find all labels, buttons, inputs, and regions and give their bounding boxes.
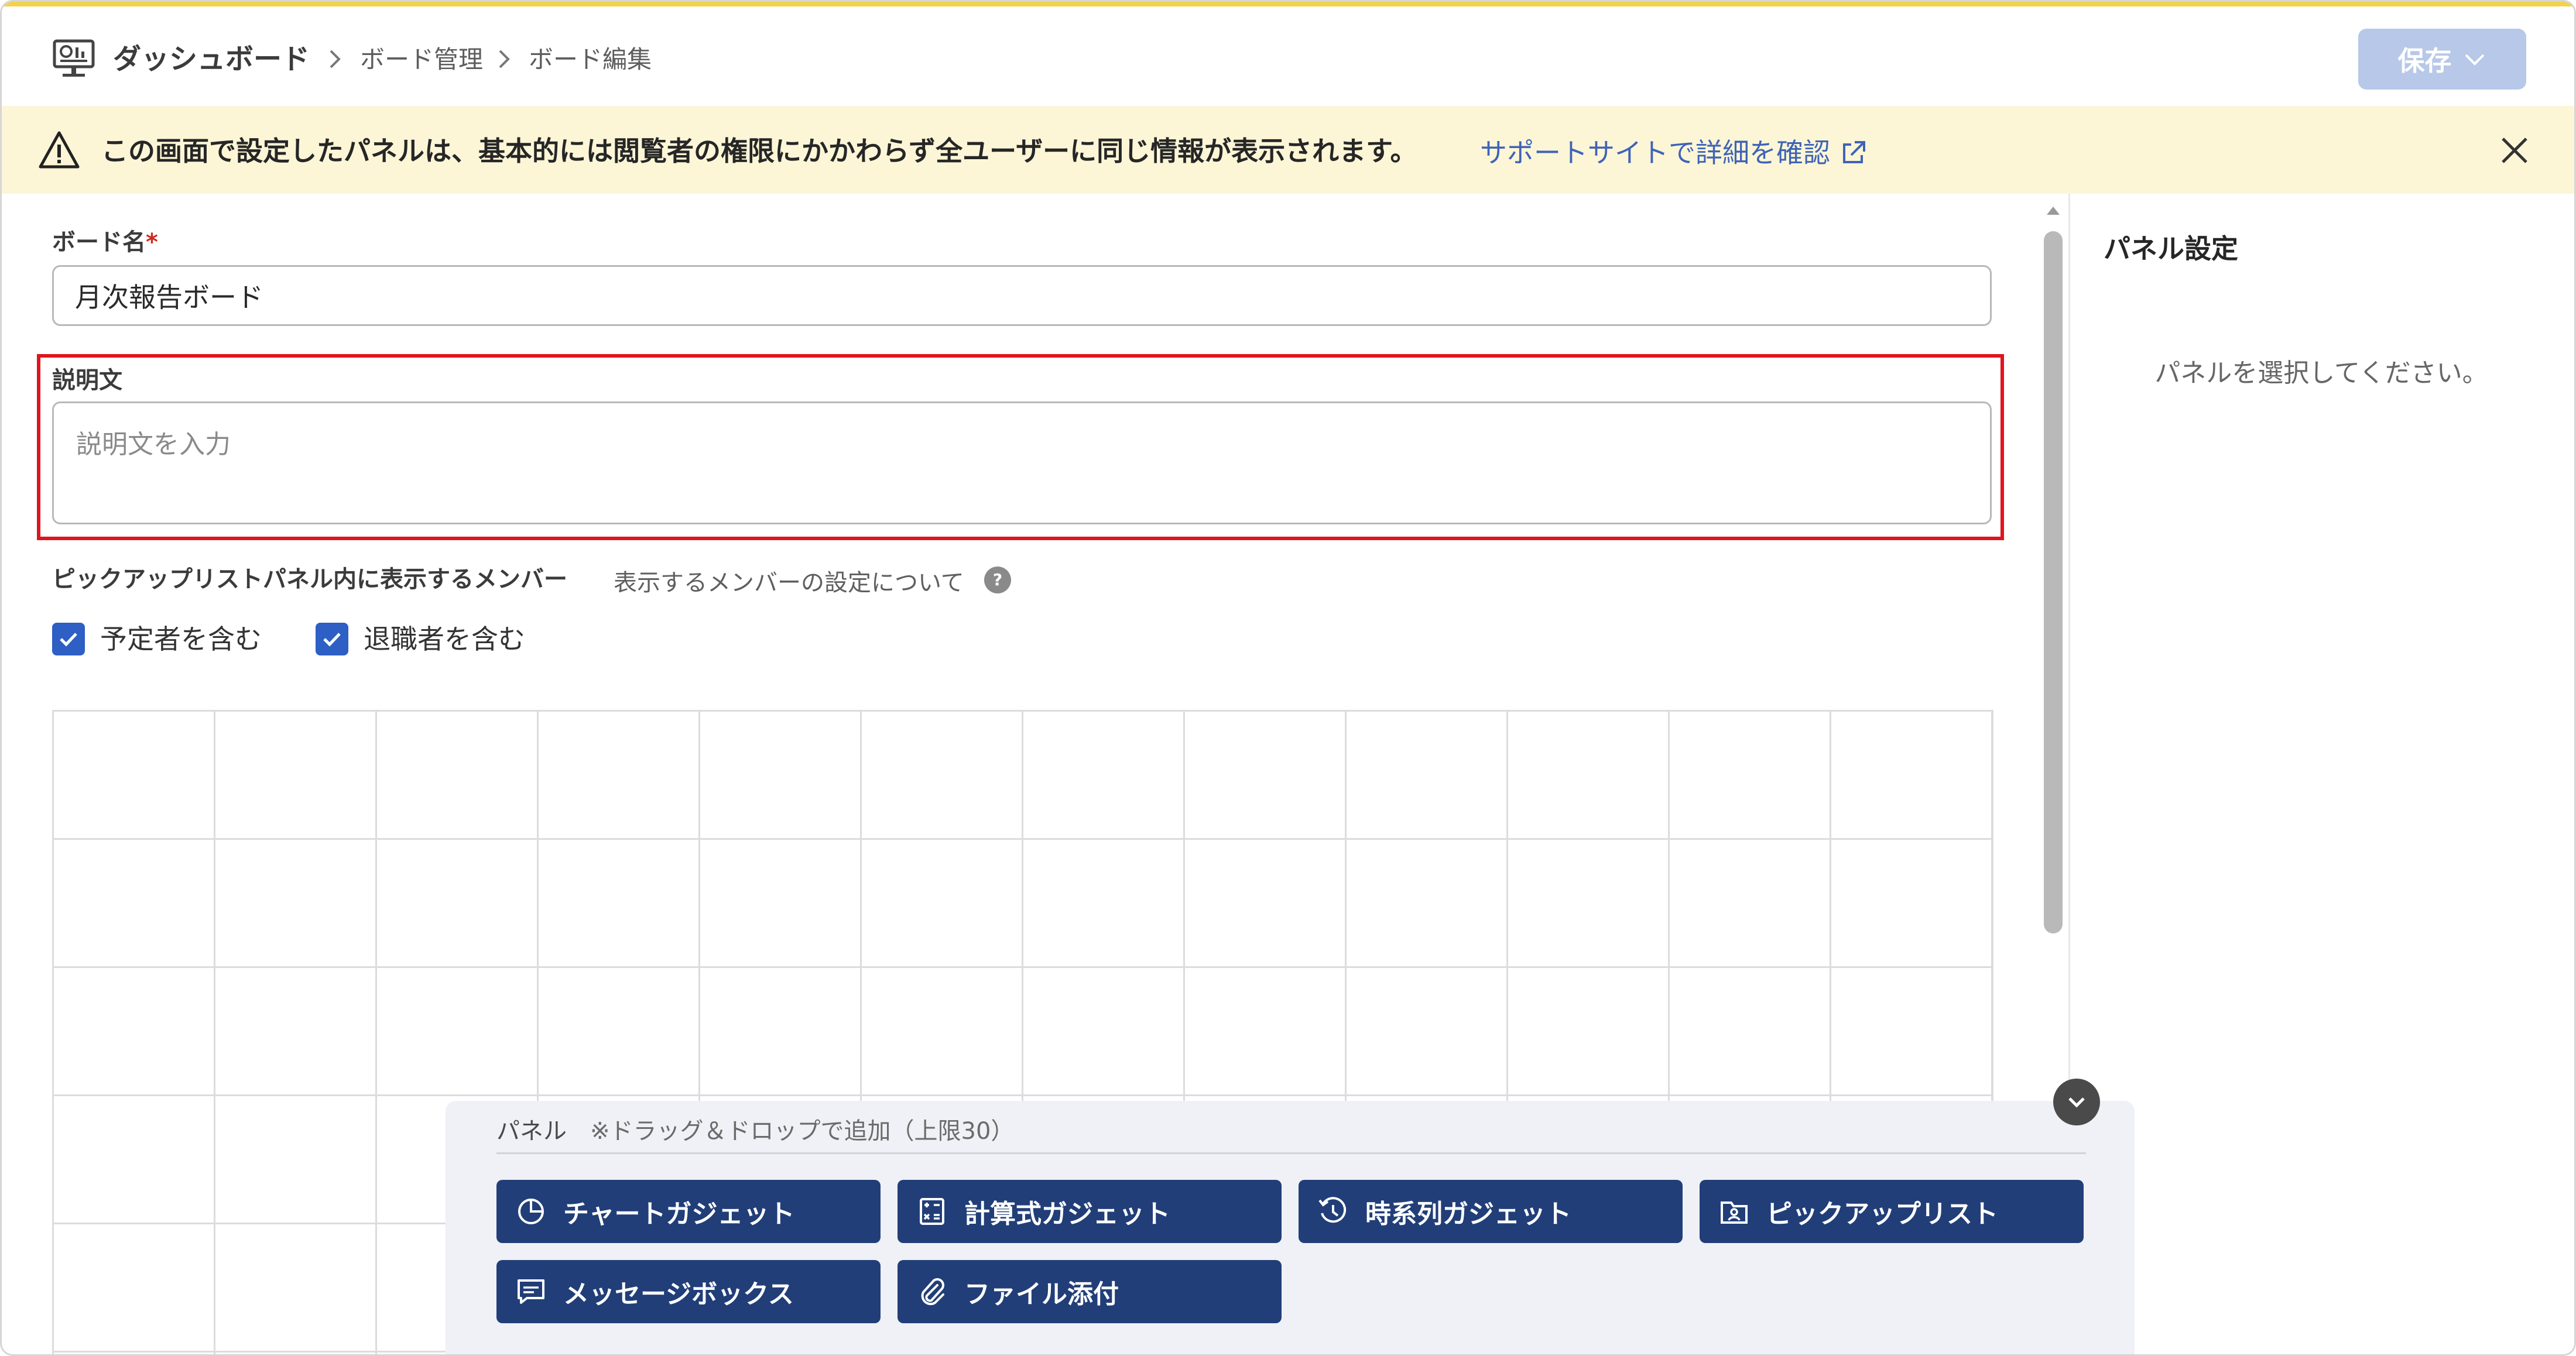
chevron-down-icon bbox=[2465, 54, 2484, 66]
header-bar: ダッシュボード ボード管理 ボード編集 保存 bbox=[2, 6, 2574, 106]
palette-note: ※ドラッグ＆ドロップで追加（上限30） bbox=[590, 1118, 1015, 1145]
close-icon[interactable] bbox=[2496, 132, 2533, 169]
pickup-list-label: ピックアップリスト bbox=[1766, 1199, 1998, 1229]
check-icon bbox=[60, 633, 77, 647]
chevron-down-icon bbox=[2068, 1097, 2085, 1108]
message-box-label: メッセージボックス bbox=[563, 1279, 794, 1309]
description-textarea[interactable] bbox=[52, 401, 1992, 524]
formula-gadget-button[interactable]: 計算式ガジェット bbox=[898, 1180, 1282, 1243]
time-series-icon bbox=[1318, 1197, 1347, 1223]
support-site-link-label: サポートサイトで詳細を確認 bbox=[1480, 137, 1830, 169]
chart-gadget-label: チャートガジェット bbox=[563, 1199, 795, 1229]
description-label: 説明文 bbox=[52, 367, 122, 394]
dashboard-icon bbox=[53, 39, 95, 77]
palette-title: パネル bbox=[496, 1118, 567, 1145]
help-icon[interactable]: ? bbox=[983, 565, 1012, 595]
calculator-icon bbox=[920, 1198, 944, 1225]
save-button-label: 保存 bbox=[2397, 45, 2452, 77]
required-mark: * bbox=[146, 229, 158, 256]
file-attachment-label: ファイル添付 bbox=[964, 1279, 1119, 1309]
members-label: ピックアップリストパネル内に表示するメンバー bbox=[52, 566, 567, 593]
pickup-list-button[interactable]: ピックアップリスト bbox=[1700, 1180, 2084, 1243]
file-attachment-button[interactable]: ファイル添付 bbox=[898, 1260, 1282, 1323]
paperclip-icon bbox=[921, 1278, 944, 1306]
message-box-button[interactable]: メッセージボックス bbox=[496, 1260, 881, 1323]
message-icon bbox=[518, 1279, 544, 1304]
include-scheduled-checkbox[interactable] bbox=[52, 623, 85, 655]
chevron-right-icon bbox=[499, 50, 510, 68]
palette-divider bbox=[496, 1152, 2086, 1154]
time-series-gadget-button[interactable]: 時系列ガジェット bbox=[1299, 1180, 1683, 1243]
board-name-label-text: ボード名 bbox=[52, 229, 146, 256]
panel-settings-title: パネル設定 bbox=[2104, 233, 2238, 265]
board-name-label: ボード名* bbox=[52, 223, 158, 257]
include-retired-checkbox[interactable] bbox=[316, 623, 348, 655]
app-window: ダッシュボード ボード管理 ボード編集 保存 この画面で設定したパネルは、基本的… bbox=[0, 0, 2576, 1356]
board-name-input[interactable] bbox=[52, 265, 1992, 326]
vertical-scrollbar-thumb[interactable] bbox=[2044, 231, 2063, 933]
external-link-icon bbox=[1843, 141, 1865, 163]
formula-gadget-label: 計算式ガジェット bbox=[964, 1199, 1170, 1229]
members-help-text[interactable]: 表示するメンバーの設定について bbox=[614, 564, 964, 598]
check-icon bbox=[323, 633, 341, 647]
chevron-right-icon bbox=[330, 50, 341, 68]
chart-gadget-button[interactable]: チャートガジェット bbox=[496, 1180, 881, 1243]
notice-banner: この画面で設定したパネルは、基本的には閲覧者の権限にかかわらず全ユーザーに同じ情… bbox=[2, 106, 2574, 194]
breadcrumb-board-management[interactable]: ボード管理 bbox=[360, 40, 483, 79]
include-scheduled-label[interactable]: 予定者を含む bbox=[100, 620, 262, 658]
svg-text:?: ? bbox=[993, 570, 1002, 589]
save-button[interactable]: 保存 bbox=[2358, 29, 2526, 90]
breadcrumb-dashboard[interactable]: ダッシュボード bbox=[113, 39, 310, 80]
time-series-gadget-label: 時系列ガジェット bbox=[1365, 1199, 1571, 1229]
breadcrumb-board-edit: ボード編集 bbox=[529, 45, 652, 74]
collapse-palette-button[interactable] bbox=[2053, 1079, 2100, 1125]
warning-icon bbox=[39, 131, 80, 169]
scroll-up-arrow-icon[interactable] bbox=[2045, 203, 2061, 217]
banner-message: この画面で設定したパネルは、基本的には閲覧者の権限にかかわらず全ユーザーに同じ情… bbox=[101, 135, 1417, 167]
top-accent-line bbox=[2, 2, 2574, 6]
pie-chart-icon bbox=[518, 1199, 544, 1224]
pickup-list-icon bbox=[1721, 1201, 1748, 1224]
include-retired-label[interactable]: 退職者を含む bbox=[364, 620, 525, 658]
panel-empty-message: パネルを選択してください。 bbox=[2154, 358, 2488, 388]
support-site-link[interactable]: サポートサイトで詳細を確認 bbox=[1480, 132, 1868, 174]
